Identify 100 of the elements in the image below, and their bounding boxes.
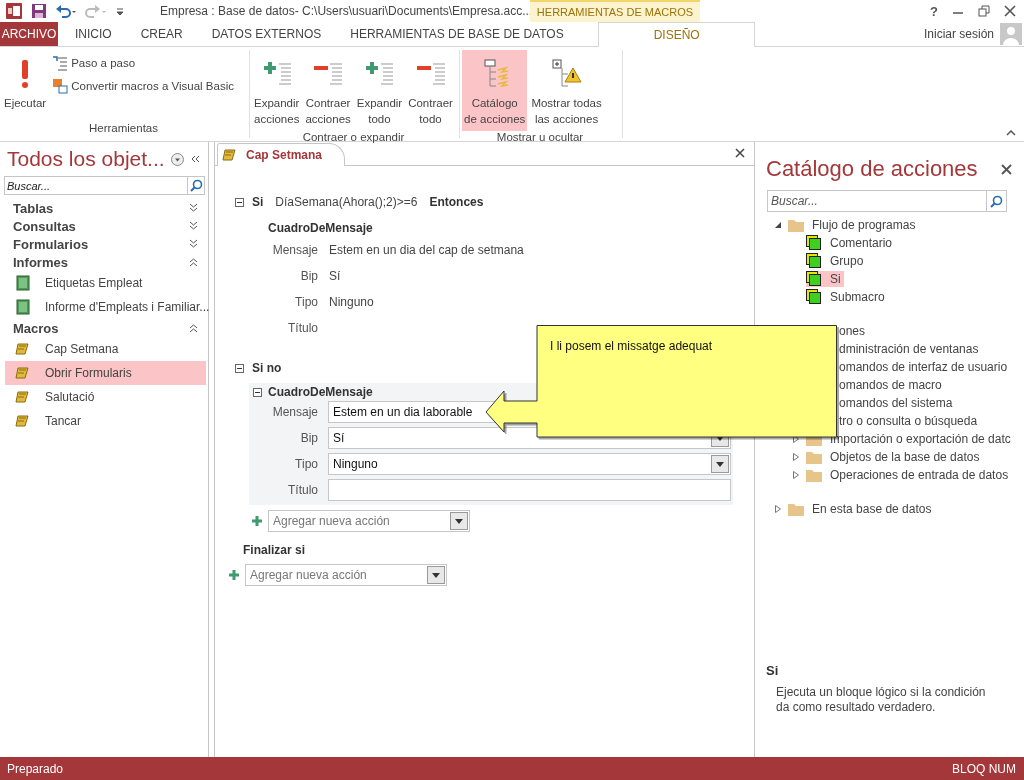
nav-item[interactable]: Obrir Formularis <box>5 361 206 385</box>
ribbon-tab[interactable]: DISEÑO <box>598 22 756 47</box>
add-action-dropdown[interactable]: Agregar nueva acción <box>268 510 470 532</box>
ribbon-button[interactable]: Mostrar todas las acciones <box>529 50 604 131</box>
folder-icon <box>806 450 822 464</box>
file-tab[interactable]: ARCHIVO <box>0 22 58 46</box>
group-header[interactable]: Consultas <box>13 218 189 234</box>
tree-warning-icon <box>550 58 583 90</box>
ribbon-button[interactable]: Paso a paso <box>50 52 236 73</box>
folder-icon <box>788 218 804 232</box>
tree-item[interactable]: Comentario <box>806 235 896 251</box>
tree-item[interactable]: ones <box>839 324 866 338</box>
ribbon-tab[interactable]: CREAR <box>126 22 198 46</box>
action-name: CuadroDeMensaje <box>268 385 373 399</box>
tree-item[interactable]: Objetos de la base de datos <box>806 450 983 464</box>
info-title: Si <box>766 663 780 678</box>
keyword: Finalizar si <box>243 542 306 559</box>
group-header[interactable]: Tablas <box>13 200 189 216</box>
collapsed-arrow-icon[interactable] <box>792 471 800 479</box>
tree-item[interactable]: Si <box>806 271 844 287</box>
tree-item[interactable]: tro o consulta o búsqueda <box>839 414 978 428</box>
argument-value: Estem en un dia del cap de setmana <box>329 243 524 257</box>
search-field[interactable]: Buscar... <box>4 176 187 195</box>
argument-label: Bip <box>299 431 318 445</box>
ribbon-button[interactable]: Ejecutar <box>2 50 49 115</box>
ribbon-button[interactable]: Catálogo de acciones <box>462 50 528 131</box>
close-icon[interactable] <box>1001 163 1012 175</box>
document-tab[interactable]: Cap Setmana <box>217 143 346 166</box>
ribbon-button[interactable]: Contraer acciones <box>303 50 353 131</box>
redo-icon <box>85 3 107 19</box>
action-icon <box>806 235 822 251</box>
ribbon-tab[interactable]: DATOS EXTERNOS <box>197 22 336 46</box>
report-icon <box>15 299 31 315</box>
argument-value: Ninguno <box>329 295 375 309</box>
ribbon-tab[interactable]: HERRAMIENTAS DE BASE DE DATOS <box>335 22 579 46</box>
restore-icon[interactable] <box>978 5 990 17</box>
dropdown-circle-icon <box>170 152 184 166</box>
keyword: Si <box>252 195 264 209</box>
group-header[interactable]: Informes <box>13 254 189 270</box>
report-icon <box>15 275 31 291</box>
close-icon[interactable] <box>735 148 745 158</box>
group-header[interactable]: Macros <box>13 320 189 336</box>
group-header[interactable]: Formularios <box>13 236 189 252</box>
scroll-icon <box>15 389 31 405</box>
search-button[interactable] <box>187 176 205 195</box>
expanded-arrow-icon[interactable] <box>774 221 782 229</box>
nav-item[interactable]: Tancar <box>5 409 206 433</box>
plus-icon <box>252 516 262 526</box>
action-name: CuadroDeMensaje <box>268 220 373 237</box>
dropdown-field[interactable]: Ninguno <box>328 453 731 475</box>
tree-item[interactable]: omandos del sistema <box>839 396 953 410</box>
tree-item[interactable]: Operaciones de entrada de datos <box>806 468 1012 482</box>
tree-item[interactable]: Grupo <box>806 253 867 269</box>
collapse-icon[interactable] <box>253 387 262 397</box>
close-icon[interactable] <box>1004 5 1016 17</box>
keyword: Si no <box>252 361 282 375</box>
argument-value: Sí <box>329 269 342 283</box>
condition-text[interactable]: DíaSemana(Ahora();2)>=6 <box>275 195 418 209</box>
scroll-icon <box>15 413 31 429</box>
plus-icon <box>229 570 239 580</box>
nav-item[interactable]: Salutació <box>5 385 206 409</box>
tree-item[interactable]: Submacro <box>806 289 888 305</box>
ribbon-button[interactable]: Expandir todo <box>354 50 405 131</box>
customize-icon <box>115 5 125 17</box>
action-icon <box>806 289 822 305</box>
sign-in-link[interactable]: Iniciar sesión <box>923 27 994 41</box>
dropdown-arrow-icon <box>455 518 463 524</box>
ribbon-button[interactable]: Convertir macros a Visual Basic <box>50 75 236 96</box>
add-action-dropdown[interactable]: Agregar nueva acción <box>245 564 447 586</box>
step-icon <box>52 54 69 71</box>
tree-item[interactable]: Flujo de programas <box>788 218 919 232</box>
collapse-icon[interactable] <box>235 197 244 207</box>
status-text: Preparado <box>7 761 64 776</box>
search-button[interactable] <box>986 190 1007 212</box>
tree-item[interactable]: omandos de macro <box>839 378 942 392</box>
help-button[interactable]: ? <box>930 3 938 19</box>
ribbon-button[interactable]: Contraer todo <box>406 50 455 131</box>
nav-item[interactable]: Etiquetas Empleat <box>5 271 206 295</box>
ribbon-button[interactable]: Expandir acciones <box>252 50 302 131</box>
scroll-icon <box>222 147 238 163</box>
tree-item[interactable]: En esta base de datos <box>788 502 935 516</box>
group-label: Mostrar u ocultar <box>495 131 585 143</box>
folder-icon <box>806 468 822 482</box>
collapsed-arrow-icon[interactable] <box>774 505 782 513</box>
context-tab-header: HERRAMIENTAS DE MACROS <box>530 0 700 22</box>
argument-label: Mensaje <box>271 405 318 419</box>
argument-label: Título <box>287 483 318 497</box>
collapsed-arrow-icon[interactable] <box>792 453 800 461</box>
text-field[interactable] <box>328 479 731 501</box>
ribbon-tab[interactable]: INICIO <box>58 22 127 46</box>
collapse-icon[interactable] <box>235 363 244 373</box>
argument-label: Tipo <box>294 457 318 471</box>
group-label: Contraer o expandir <box>301 131 406 143</box>
collapse-ribbon-icon[interactable] <box>1006 129 1016 137</box>
tree-item[interactable]: dministración de ventanas <box>839 342 979 356</box>
undo-icon <box>55 3 77 19</box>
scroll-icon <box>15 365 31 381</box>
tree-item[interactable]: omandos de interfaz de usuario <box>839 360 1008 374</box>
search-field[interactable]: Buscar... <box>767 190 986 212</box>
nav-item[interactable]: Cap Setmana <box>5 337 206 361</box>
